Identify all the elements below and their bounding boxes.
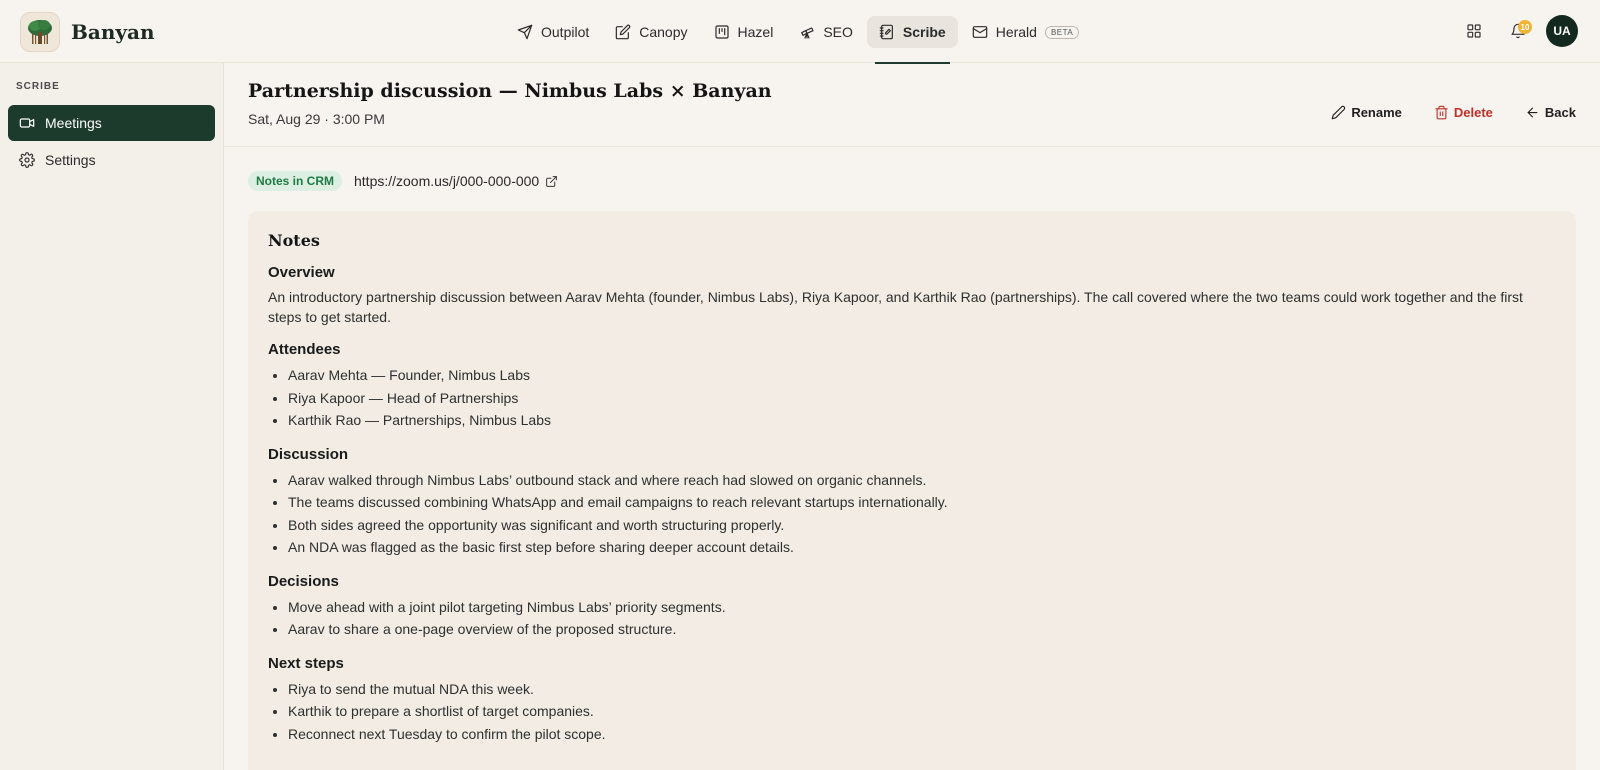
notebook-icon	[879, 24, 893, 40]
tab-herald[interactable]: Herald BETA	[960, 16, 1092, 48]
list-item: Aarav walked through Nimbus Labs’ outbou…	[288, 469, 1556, 492]
top-bar: Banyan Outpilot Canopy Hazel SEO Scribe …	[0, 0, 1600, 64]
delete-label: Delete	[1453, 105, 1493, 120]
sidebar-item-settings[interactable]: Settings	[8, 142, 215, 178]
meeting-link-text: https://zoom.us/j/000-000-000	[354, 173, 540, 189]
list-item: Riya to send the mutual NDA this week.	[288, 678, 1556, 701]
external-link-icon	[546, 175, 558, 187]
tab-label: Canopy	[639, 24, 688, 40]
decisions-list: Move ahead with a joint pilot targeting …	[268, 596, 1556, 641]
list-item: Karthik Rao — Partnerships, Nimbus Labs	[288, 409, 1556, 432]
video-icon	[19, 118, 35, 128]
list-item: Move ahead with a joint pilot targeting …	[288, 596, 1556, 619]
send-icon	[517, 24, 533, 40]
sidebar-item-label: Meetings	[45, 115, 102, 131]
attendees-heading: Attendees	[268, 341, 341, 358]
list-item: Reconnect next Tuesday to confirm the pi…	[288, 723, 1556, 746]
main-nav: Outpilot Canopy Hazel SEO Scribe Herald …	[505, 16, 1093, 64]
list-item: The teams discussed combining WhatsApp a…	[288, 491, 1556, 514]
brand-name: Banyan	[71, 20, 155, 44]
next-steps-list: Riya to send the mutual NDA this week. K…	[268, 678, 1556, 746]
tab-label: Hazel	[737, 24, 774, 40]
mail-icon	[972, 26, 987, 38]
tab-label: Outpilot	[541, 24, 590, 40]
page-title: Partnership discussion — Nimbus Labs × B…	[248, 80, 772, 102]
arrow-left-icon	[1527, 107, 1538, 118]
crm-status-badge: Notes in CRM	[248, 171, 342, 191]
tab-label: Herald	[995, 24, 1037, 40]
delete-button[interactable]: Delete	[1434, 105, 1493, 120]
telescope-icon	[801, 27, 814, 39]
attendees-list: Aarav Mehta — Founder, Nimbus Labs Riya …	[268, 364, 1556, 432]
tab-scribe[interactable]: Scribe	[866, 16, 958, 64]
tab-label: SEO	[823, 24, 853, 40]
banyan-tree-logo	[20, 12, 60, 52]
grid-icon	[1467, 24, 1481, 38]
sidebar: SCRIBE Meetings Settings	[0, 63, 224, 770]
kanban-icon	[714, 25, 729, 39]
list-item: Both sides agreed the opportunity was si…	[288, 514, 1556, 537]
sidebar-section-title: SCRIBE	[16, 81, 60, 92]
decisions-heading: Decisions	[268, 572, 339, 590]
pencil-icon	[1332, 105, 1346, 120]
meeting-meta-row: Notes in CRM https://zoom.us/j/000-000-0…	[248, 171, 558, 191]
discussion-list: Aarav walked through Nimbus Labs’ outbou…	[268, 469, 1556, 559]
list-item: An NDA was flagged as the basic first st…	[288, 536, 1556, 559]
trash-icon	[1435, 105, 1448, 120]
notifications-button[interactable]: 10	[1502, 15, 1534, 47]
tab-canopy[interactable]: Canopy	[603, 16, 699, 48]
tab-seo[interactable]: SEO	[787, 16, 865, 48]
list-item: Aarav to share a one-page overview of th…	[288, 618, 1556, 641]
overview-text: An introductory partnership discussion b…	[268, 289, 1523, 325]
list-item: Riya Kapoor — Head of Partnerships	[288, 387, 1556, 410]
top-right-controls: 10 UA	[1458, 15, 1578, 47]
tab-label: Scribe	[902, 24, 946, 40]
notes-card: Notes Overview An introductory partnersh…	[248, 211, 1576, 770]
meeting-link[interactable]: https://zoom.us/j/000-000-000	[354, 173, 558, 189]
next-steps-heading: Next steps	[268, 654, 344, 672]
apps-grid-button[interactable]	[1458, 15, 1490, 47]
discussion-heading: Discussion	[268, 445, 349, 463]
notes-title: Notes	[268, 231, 320, 250]
meeting-header: Partnership discussion — Nimbus Labs × B…	[224, 63, 1600, 147]
list-item: Karthik to prepare a shortlist of target…	[288, 700, 1556, 723]
list-item: Aarav Mehta — Founder, Nimbus Labs	[288, 364, 1556, 387]
tab-hazel[interactable]: Hazel	[702, 16, 786, 48]
meeting-datetime: Sat, Aug 29 · 3:00 PM	[248, 111, 385, 127]
rename-button[interactable]: Rename	[1331, 105, 1402, 120]
brand[interactable]: Banyan	[20, 12, 155, 52]
sidebar-item-meetings[interactable]: Meetings	[8, 105, 215, 141]
notification-count-badge: 10	[1518, 20, 1532, 34]
header-actions: Rename Delete Back	[1299, 105, 1576, 120]
gear-icon	[19, 152, 35, 168]
user-avatar[interactable]: UA	[1546, 15, 1578, 47]
tab-outpilot[interactable]: Outpilot	[505, 16, 601, 48]
main-content: Partnership discussion — Nimbus Labs × B…	[224, 63, 1600, 770]
edit-icon	[615, 24, 631, 40]
sidebar-item-label: Settings	[45, 152, 96, 168]
rename-label: Rename	[1351, 105, 1402, 120]
back-button[interactable]: Back	[1525, 105, 1576, 120]
beta-badge: BETA	[1044, 25, 1080, 39]
overview-heading: Overview	[268, 264, 335, 281]
back-label: Back	[1544, 105, 1576, 120]
